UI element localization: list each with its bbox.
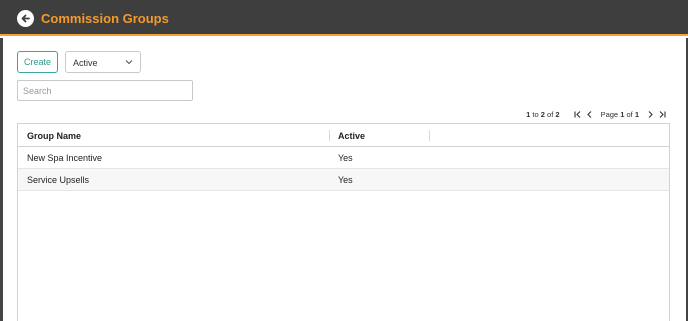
page-indicator: Page 1 of 1 bbox=[601, 110, 639, 119]
chevron-left-icon bbox=[587, 110, 592, 118]
search-input[interactable] bbox=[17, 80, 193, 101]
column-separator[interactable] bbox=[429, 130, 430, 141]
range-of-label: of bbox=[547, 109, 554, 119]
next-page-button[interactable] bbox=[644, 108, 656, 120]
pagination-summary: 1 to 2 of 2 bbox=[526, 110, 559, 119]
status-filter-value: Active bbox=[73, 58, 98, 68]
current-page: 1 bbox=[620, 109, 625, 119]
previous-page-button[interactable] bbox=[584, 108, 596, 120]
table-header: Group Name Active bbox=[18, 124, 669, 147]
status-filter-dropdown[interactable]: Active bbox=[65, 51, 141, 73]
last-page-button[interactable] bbox=[656, 108, 668, 120]
first-page-button[interactable] bbox=[572, 108, 584, 120]
app-header: Commission Groups bbox=[0, 0, 688, 36]
create-button[interactable]: Create bbox=[17, 51, 58, 73]
first-page-icon bbox=[574, 110, 581, 118]
left-border bbox=[0, 38, 3, 321]
active-cell: Yes bbox=[338, 175, 353, 185]
table-row[interactable]: Service Upsells Yes bbox=[18, 169, 669, 191]
table-row[interactable]: New Spa Incentive Yes bbox=[18, 147, 669, 169]
page-of-label: of bbox=[626, 109, 633, 119]
range-to-label: to bbox=[532, 109, 539, 119]
active-cell: Yes bbox=[338, 153, 353, 163]
range-end: 2 bbox=[540, 109, 545, 119]
last-page-icon bbox=[659, 110, 666, 118]
total-pages: 1 bbox=[634, 109, 639, 119]
page-title: Commission Groups bbox=[41, 11, 169, 26]
column-header-group-name[interactable]: Group Name bbox=[27, 131, 81, 141]
back-button[interactable] bbox=[17, 10, 34, 27]
range-total: 2 bbox=[555, 109, 560, 119]
pagination: 1 to 2 of 2 Page 1 of 1 bbox=[526, 108, 668, 120]
page-label: Page bbox=[600, 109, 619, 119]
back-arrow-icon bbox=[21, 14, 30, 23]
range-start: 1 bbox=[526, 109, 531, 119]
commission-groups-table: Group Name Active New Spa Incentive Yes … bbox=[17, 123, 670, 321]
column-header-active[interactable]: Active bbox=[338, 131, 365, 141]
chevron-right-icon bbox=[648, 110, 653, 118]
chevron-down-icon bbox=[125, 60, 133, 65]
column-separator[interactable] bbox=[329, 130, 330, 141]
group-name-cell: New Spa Incentive bbox=[27, 153, 103, 163]
group-name-cell: Service Upsells bbox=[27, 175, 90, 185]
